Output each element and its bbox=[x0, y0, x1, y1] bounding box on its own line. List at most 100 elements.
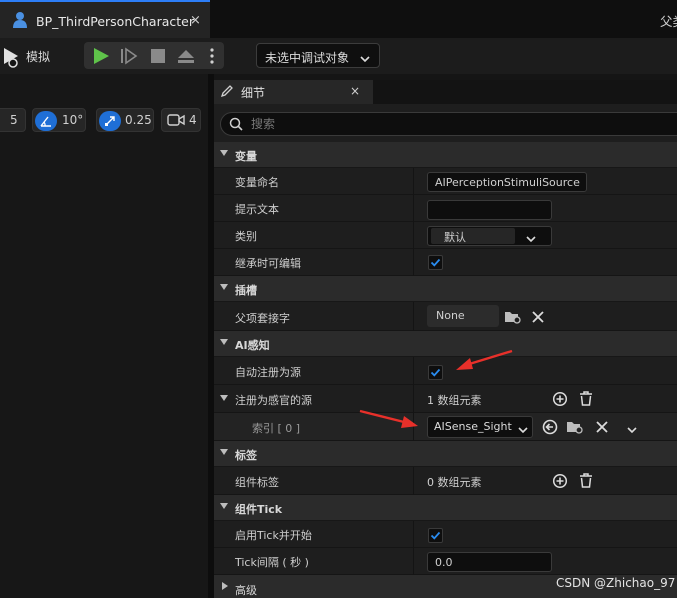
row-label: 组件标签 bbox=[235, 476, 279, 489]
collapse-arrow-icon bbox=[222, 582, 228, 590]
category-component-tick[interactable]: 组件Tick bbox=[214, 495, 677, 521]
row-parent-socket: 父项套接字 None bbox=[214, 302, 677, 331]
start-with-tick-checkbox[interactable] bbox=[428, 528, 443, 543]
row-label: 注册为感官的源 bbox=[235, 394, 312, 407]
tick-interval-field[interactable]: 0.0 bbox=[427, 552, 552, 572]
debug-object-value: 未选中调试对象 bbox=[265, 51, 350, 65]
eject-icon[interactable] bbox=[177, 47, 195, 68]
details-close-icon[interactable]: × bbox=[350, 84, 360, 98]
search-box[interactable] bbox=[220, 112, 677, 136]
chevron-down-icon[interactable] bbox=[526, 233, 536, 246]
row-index-0: 索引 [ 0 ] AISense_Sight bbox=[214, 413, 677, 441]
use-selected-icon[interactable] bbox=[541, 418, 559, 439]
row-category: 类别 默认 bbox=[214, 222, 677, 249]
play-icon[interactable] bbox=[92, 47, 110, 68]
category-label: 高级 bbox=[235, 584, 257, 597]
row-label: 自动注册为源 bbox=[235, 366, 301, 379]
simulate-icon[interactable] bbox=[2, 45, 24, 72]
row-divider bbox=[413, 222, 414, 249]
row-divider bbox=[413, 249, 414, 276]
parent-class-label: 父类 bbox=[660, 14, 677, 29]
expand-arrow-icon bbox=[220, 339, 228, 345]
parent-socket-button[interactable]: None bbox=[427, 305, 499, 327]
checkmark-icon bbox=[430, 258, 441, 267]
step-icon[interactable] bbox=[120, 47, 138, 68]
category-variable[interactable]: 变量 bbox=[214, 142, 677, 168]
category-label: 插槽 bbox=[235, 284, 257, 297]
row-divider bbox=[413, 548, 414, 575]
rotation-snap[interactable]: 10° bbox=[32, 108, 86, 132]
row-divider bbox=[413, 467, 414, 495]
row-instance-editable: 继承时可编辑 bbox=[214, 249, 677, 276]
watermark: CSDN @Zhichao_97 bbox=[556, 576, 676, 590]
trash-icon[interactable] bbox=[578, 390, 594, 410]
viewport[interactable] bbox=[0, 74, 208, 598]
rotation-snap-value: 10° bbox=[62, 113, 84, 127]
camera-speed[interactable]: 4 bbox=[161, 108, 201, 132]
row-label: 父项套接字 bbox=[235, 312, 290, 325]
grid-snap-value[interactable]: 5 bbox=[0, 108, 26, 132]
expand-arrow-icon bbox=[220, 284, 228, 290]
checkmark-icon bbox=[430, 531, 441, 540]
annotation-arrow-icon bbox=[359, 409, 418, 428]
add-element-icon[interactable] bbox=[552, 391, 568, 410]
expand-arrow-icon[interactable] bbox=[220, 395, 228, 401]
category-label: 变量 bbox=[235, 150, 257, 163]
category-tags[interactable]: 标签 bbox=[214, 441, 677, 467]
camera-icon bbox=[167, 113, 185, 130]
row-divider bbox=[413, 357, 414, 385]
trash-icon[interactable] bbox=[578, 472, 594, 492]
scale-snap[interactable]: 0.25 bbox=[96, 108, 154, 132]
more-options-icon[interactable] bbox=[210, 47, 214, 68]
chevron-down-icon[interactable] bbox=[627, 424, 637, 437]
row-label: 索引 [ 0 ] bbox=[252, 422, 301, 435]
simulate-button[interactable]: 模拟 bbox=[26, 48, 50, 65]
browse-asset-icon[interactable] bbox=[566, 419, 584, 438]
pencil-icon bbox=[220, 84, 234, 101]
add-element-icon[interactable] bbox=[552, 473, 568, 492]
expand-arrow-icon bbox=[220, 150, 228, 156]
stop-icon[interactable] bbox=[150, 48, 166, 67]
row-divider bbox=[413, 521, 414, 548]
array-count: 0 数组元素 bbox=[427, 476, 482, 489]
row-tooltip: 提示文本 bbox=[214, 195, 677, 222]
row-label: 提示文本 bbox=[235, 203, 279, 216]
array-count: 1 数组元素 bbox=[427, 394, 482, 407]
variable-name-field[interactable]: AIPerceptionStimuliSource bbox=[427, 172, 587, 192]
row-variable-name: 变量命名 AIPerceptionStimuliSource bbox=[214, 168, 677, 195]
row-tick-interval: Tick间隔 ( 秒 ) 0.0 bbox=[214, 548, 677, 575]
row-divider bbox=[413, 302, 414, 331]
search-input[interactable] bbox=[249, 116, 553, 132]
row-register-as-sense-source: 注册为感官的源 1 数组元素 bbox=[214, 385, 677, 413]
category-socket[interactable]: 插槽 bbox=[214, 276, 677, 302]
clear-icon[interactable] bbox=[532, 311, 544, 326]
expand-arrow-icon bbox=[220, 503, 228, 509]
blueprint-tab[interactable]: BP_ThirdPersonCharacter × bbox=[0, 0, 210, 38]
instance-editable-checkbox[interactable] bbox=[428, 255, 443, 270]
blueprint-character-icon bbox=[12, 11, 28, 32]
category-label: 标签 bbox=[235, 449, 257, 462]
row-label: Tick间隔 ( 秒 ) bbox=[235, 556, 309, 569]
scale-snap-icon bbox=[99, 111, 121, 131]
row-divider bbox=[413, 168, 414, 195]
clear-icon[interactable] bbox=[596, 421, 608, 436]
details-tab[interactable]: 细节 × bbox=[214, 80, 373, 104]
category-label: AI感知 bbox=[235, 339, 270, 352]
search-icon bbox=[229, 117, 243, 134]
row-label: 继承时可编辑 bbox=[235, 257, 301, 270]
row-divider bbox=[413, 195, 414, 222]
browse-socket-icon[interactable] bbox=[504, 309, 522, 328]
expand-arrow-icon bbox=[220, 449, 228, 455]
play-controls bbox=[84, 42, 224, 69]
tooltip-field[interactable] bbox=[427, 200, 552, 220]
row-label: 启用Tick并开始 bbox=[235, 529, 312, 542]
sense-class-select[interactable]: AISense_Sight bbox=[427, 416, 533, 438]
row-label: 变量命名 bbox=[235, 176, 279, 189]
annotation-arrow-icon bbox=[456, 349, 513, 370]
category-combo[interactable]: 默认 bbox=[427, 226, 552, 246]
debug-object-select[interactable]: 未选中调试对象 bbox=[256, 43, 380, 68]
camera-speed-value: 4 bbox=[189, 113, 197, 127]
row-start-with-tick: 启用Tick并开始 bbox=[214, 521, 677, 548]
details-tab-label: 细节 bbox=[241, 86, 266, 100]
tab-close-icon[interactable]: × bbox=[190, 13, 201, 28]
